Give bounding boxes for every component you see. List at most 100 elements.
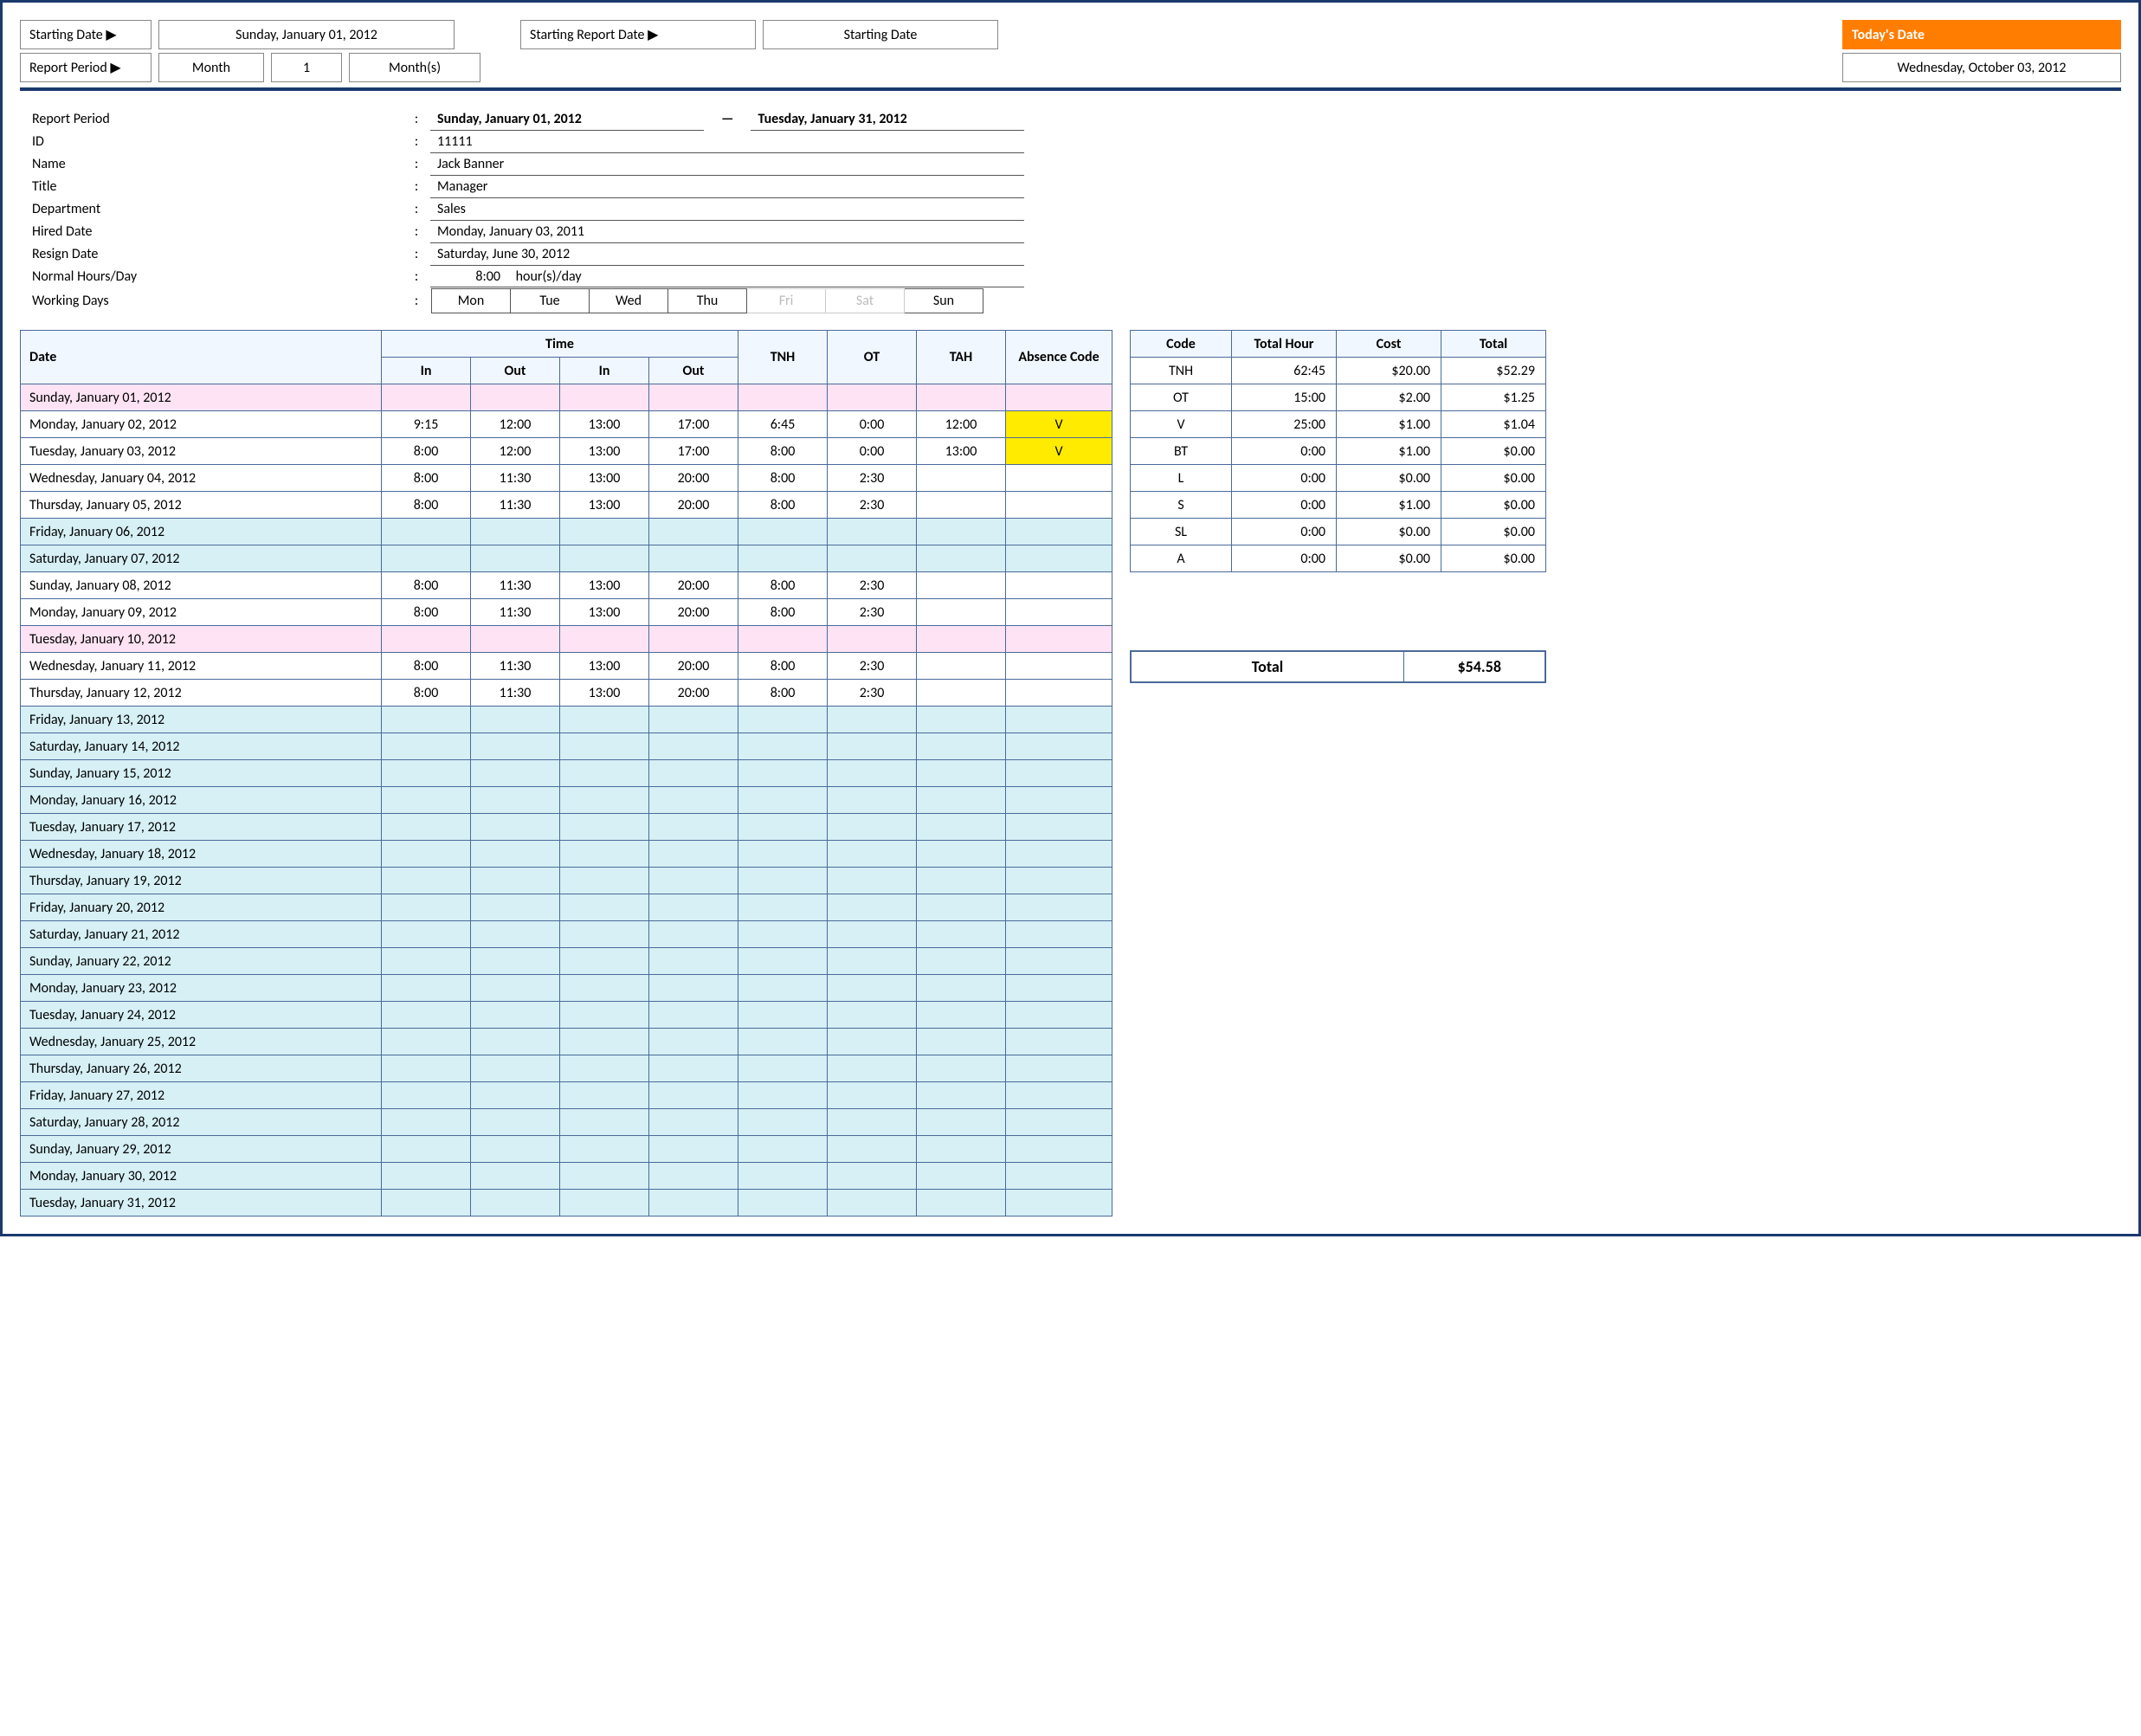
in2-cell[interactable]: 13:00 xyxy=(560,492,649,519)
out1-cell[interactable] xyxy=(471,1082,560,1109)
in2-cell[interactable] xyxy=(560,519,649,545)
out1-cell[interactable] xyxy=(471,384,560,411)
in1-cell[interactable] xyxy=(382,814,471,841)
out2-cell[interactable]: 20:00 xyxy=(649,465,738,492)
abs-cell[interactable] xyxy=(1006,1029,1112,1055)
in2-cell[interactable] xyxy=(560,894,649,921)
in1-cell[interactable] xyxy=(382,707,471,733)
abs-cell[interactable] xyxy=(1006,1163,1112,1190)
abs-cell[interactable] xyxy=(1006,599,1112,626)
in1-cell[interactable]: 9:15 xyxy=(382,411,471,438)
out2-cell[interactable] xyxy=(649,760,738,787)
in2-cell[interactable] xyxy=(560,1002,649,1029)
abs-cell[interactable] xyxy=(1006,492,1112,519)
abs-cell[interactable] xyxy=(1006,1082,1112,1109)
out2-cell[interactable]: 17:00 xyxy=(649,438,738,465)
out1-cell[interactable]: 11:30 xyxy=(471,599,560,626)
out1-cell[interactable]: 12:00 xyxy=(471,411,560,438)
report-period-num[interactable]: 1 xyxy=(271,53,342,82)
out2-cell[interactable] xyxy=(649,841,738,868)
out1-cell[interactable]: 11:30 xyxy=(471,680,560,707)
out2-cell[interactable] xyxy=(649,975,738,1002)
out2-cell[interactable]: 20:00 xyxy=(649,572,738,599)
in1-cell[interactable] xyxy=(382,1190,471,1216)
in2-cell[interactable] xyxy=(560,760,649,787)
out1-cell[interactable] xyxy=(471,814,560,841)
out2-cell[interactable] xyxy=(649,948,738,975)
in1-cell[interactable] xyxy=(382,626,471,653)
out2-cell[interactable] xyxy=(649,384,738,411)
out2-cell[interactable] xyxy=(649,626,738,653)
abs-cell[interactable] xyxy=(1006,626,1112,653)
in2-cell[interactable] xyxy=(560,814,649,841)
out1-cell[interactable]: 11:30 xyxy=(471,572,560,599)
abs-cell[interactable] xyxy=(1006,680,1112,707)
info-normhrs-value[interactable]: 8:00 xyxy=(431,268,500,285)
abs-cell[interactable] xyxy=(1006,465,1112,492)
abs-cell[interactable] xyxy=(1006,1055,1112,1082)
in2-cell[interactable] xyxy=(560,1109,649,1136)
out2-cell[interactable] xyxy=(649,868,738,894)
abs-cell[interactable] xyxy=(1006,1190,1112,1216)
abs-cell[interactable] xyxy=(1006,841,1112,868)
out2-cell[interactable] xyxy=(649,1055,738,1082)
out1-cell[interactable] xyxy=(471,1163,560,1190)
in2-cell[interactable] xyxy=(560,733,649,760)
out1-cell[interactable] xyxy=(471,1109,560,1136)
out1-cell[interactable] xyxy=(471,626,560,653)
out2-cell[interactable] xyxy=(649,707,738,733)
in1-cell[interactable]: 8:00 xyxy=(382,680,471,707)
working-day-tue[interactable]: Tue xyxy=(511,289,590,313)
abs-cell[interactable] xyxy=(1006,1109,1112,1136)
out2-cell[interactable] xyxy=(649,1002,738,1029)
abs-cell[interactable]: V xyxy=(1006,411,1112,438)
out1-cell[interactable] xyxy=(471,1055,560,1082)
out2-cell[interactable] xyxy=(649,733,738,760)
out2-cell[interactable] xyxy=(649,1082,738,1109)
in2-cell[interactable] xyxy=(560,384,649,411)
in2-cell[interactable] xyxy=(560,1029,649,1055)
info-name-value[interactable]: Jack Banner xyxy=(430,153,1024,176)
in1-cell[interactable] xyxy=(382,1055,471,1082)
in2-cell[interactable] xyxy=(560,921,649,948)
in1-cell[interactable] xyxy=(382,519,471,545)
abs-cell[interactable]: V xyxy=(1006,438,1112,465)
out2-cell[interactable] xyxy=(649,787,738,814)
out2-cell[interactable] xyxy=(649,519,738,545)
working-day-mon[interactable]: Mon xyxy=(432,289,511,313)
out2-cell[interactable]: 17:00 xyxy=(649,411,738,438)
in2-cell[interactable] xyxy=(560,868,649,894)
in1-cell[interactable] xyxy=(382,384,471,411)
in2-cell[interactable] xyxy=(560,948,649,975)
abs-cell[interactable] xyxy=(1006,1136,1112,1163)
in2-cell[interactable]: 13:00 xyxy=(560,438,649,465)
in1-cell[interactable] xyxy=(382,868,471,894)
working-day-fri[interactable]: Fri xyxy=(747,289,826,313)
in2-cell[interactable] xyxy=(560,1136,649,1163)
out1-cell[interactable] xyxy=(471,894,560,921)
out1-cell[interactable] xyxy=(471,921,560,948)
out1-cell[interactable] xyxy=(471,1136,560,1163)
starting-report-date-value[interactable]: Starting Date xyxy=(763,20,998,49)
info-resign-value[interactable]: Saturday, June 30, 2012 xyxy=(430,243,1024,266)
in2-cell[interactable]: 13:00 xyxy=(560,653,649,680)
in2-cell[interactable] xyxy=(560,1163,649,1190)
out1-cell[interactable] xyxy=(471,519,560,545)
out1-cell[interactable] xyxy=(471,760,560,787)
working-day-wed[interactable]: Wed xyxy=(590,289,668,313)
in1-cell[interactable]: 8:00 xyxy=(382,653,471,680)
in2-cell[interactable] xyxy=(560,787,649,814)
out2-cell[interactable]: 20:00 xyxy=(649,680,738,707)
in1-cell[interactable] xyxy=(382,841,471,868)
in2-cell[interactable]: 13:00 xyxy=(560,599,649,626)
in1-cell[interactable] xyxy=(382,787,471,814)
abs-cell[interactable] xyxy=(1006,948,1112,975)
abs-cell[interactable] xyxy=(1006,572,1112,599)
out2-cell[interactable] xyxy=(649,1109,738,1136)
out2-cell[interactable]: 20:00 xyxy=(649,492,738,519)
info-dept-value[interactable]: Sales xyxy=(430,198,1024,221)
info-hired-value[interactable]: Monday, January 03, 2011 xyxy=(430,221,1024,243)
abs-cell[interactable] xyxy=(1006,653,1112,680)
out1-cell[interactable]: 11:30 xyxy=(471,653,560,680)
report-period-unit[interactable]: Month xyxy=(158,53,264,82)
